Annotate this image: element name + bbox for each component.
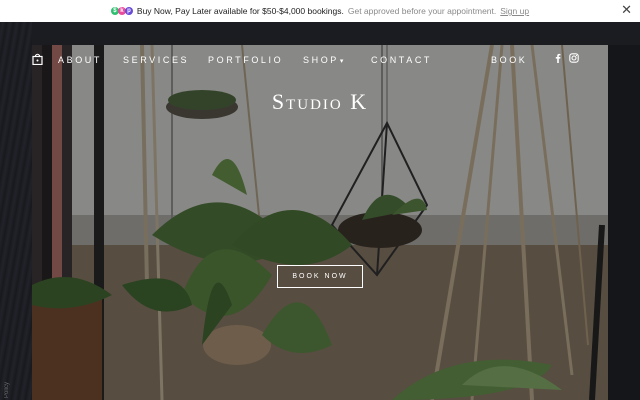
promo-banner: $ k p Buy Now, Pay Later available for $… <box>0 0 640 22</box>
nav-about[interactable]: ABOUT <box>58 53 102 67</box>
nav-shop[interactable]: SHOP▾ <box>303 53 343 69</box>
water-texture <box>0 22 32 400</box>
nav-contact[interactable]: CONTACT <box>371 53 432 67</box>
promo-signup-link[interactable]: Sign up <box>500 6 529 16</box>
nav-shop-label: SHOP <box>303 55 339 65</box>
pay-later-logo-icon: $ k p <box>110 7 133 15</box>
hero-section: ABOUT SERVICES PORTFOLIO SHOP▾ CONTACT B… <box>32 45 608 400</box>
close-icon[interactable]: ✕ <box>621 3 632 17</box>
logo-circle-3: p <box>124 7 133 15</box>
book-now-button[interactable]: BOOK NOW <box>277 265 363 288</box>
nav-portfolio[interactable]: PORTFOLIO <box>208 53 283 67</box>
facebook-icon[interactable] <box>553 53 563 63</box>
shopping-bag-icon[interactable] <box>32 53 43 65</box>
instagram-icon[interactable] <box>569 53 579 63</box>
main-navigation: ABOUT SERVICES PORTFOLIO SHOP▾ CONTACT B… <box>32 53 608 67</box>
promo-sub-text: Get approved before your appointment. <box>347 6 497 16</box>
side-policy-text[interactable]: Policy <box>4 382 10 398</box>
right-edge <box>608 45 640 400</box>
promo-main-text: Buy Now, Pay Later available for $50-$4,… <box>136 6 344 16</box>
nav-services[interactable]: SERVICES <box>123 53 189 67</box>
studio-title: Studio K <box>271 89 369 114</box>
nav-book[interactable]: BOOK <box>491 53 527 67</box>
chevron-down-icon: ▾ <box>339 58 344 65</box>
